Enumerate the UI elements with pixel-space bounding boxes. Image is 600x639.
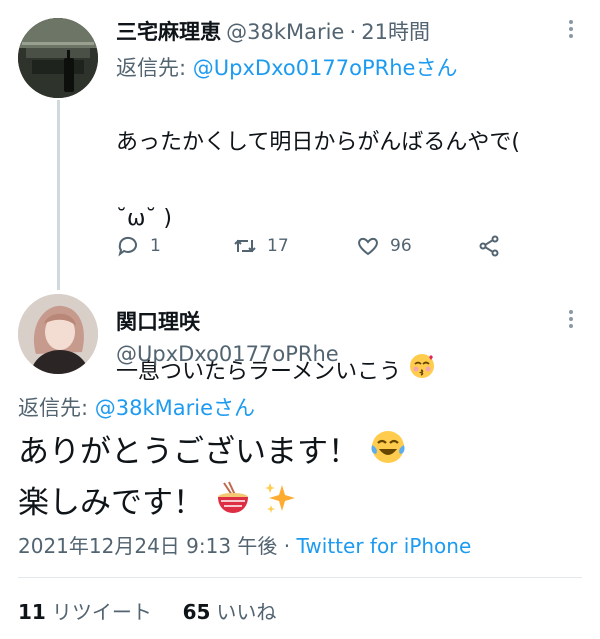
avatar-miyake[interactable] <box>18 18 98 98</box>
retweet-count: 17 <box>267 236 289 256</box>
tweet2-text: ありがとうございます！ 楽しみです！ <box>18 428 578 530</box>
tweet1-reply-context: 返信先: @UpxDxo0177oPRheさん <box>116 52 457 82</box>
more-icon[interactable] <box>559 310 583 328</box>
tweet1-separator: · <box>349 20 357 44</box>
likes-stat-label: いいね <box>216 600 277 624</box>
tweet1-header: 三宅麻理恵 @38kMarie · 21時間 <box>116 16 430 46</box>
tweet1-author-handle[interactable]: @38kMarie <box>226 20 344 44</box>
avatar-sekiguchi[interactable] <box>18 294 98 374</box>
tweet2-author-name[interactable]: 関口理咲 <box>116 306 200 336</box>
retweets-stat-count: 11 <box>18 600 46 624</box>
tweet2-reply-mention[interactable]: @38kMarieさん <box>95 396 255 420</box>
retweets-stat-label: リツイート <box>51 600 152 624</box>
tweet1-text-line2: ˘ω˘ ) <box>116 206 172 231</box>
tweet1-reply-mention[interactable]: @UpxDxo0177oPRheさん <box>193 56 458 80</box>
reply-button[interactable]: 1 <box>116 234 161 258</box>
thread-connector <box>57 100 60 290</box>
tweet1-text-line1: あったかくして明日からがんばるんやで( <box>116 130 520 155</box>
tweet2-reply-prefix: 返信先: <box>18 396 89 420</box>
retweets-stat[interactable]: 11 リツイート <box>18 600 158 624</box>
ramen-bowl-emoji-icon <box>214 479 252 530</box>
tweet2-text-line2: 楽しみです！ <box>18 485 204 521</box>
share-icon <box>479 235 499 257</box>
kissing-face-emoji-icon <box>408 352 436 393</box>
sparkles-emoji-icon <box>262 479 300 530</box>
divider <box>18 577 582 578</box>
more-icon[interactable] <box>559 20 583 38</box>
tweet2-stats: 11 リツイート 65 いいね <box>18 596 276 625</box>
like-button[interactable]: 96 <box>356 234 412 258</box>
likes-stat[interactable]: 65 いいね <box>183 600 277 624</box>
retweet-button[interactable]: 17 <box>233 234 289 258</box>
tweet2-reply-context: 返信先: @38kMarieさん <box>18 392 255 422</box>
tweet1-text: あったかくして明日からがんばるんやで( ˘ω˘ ) 一息ついたらラーメンいこう <box>116 86 586 431</box>
tweet2-meta-separator: · <box>283 534 291 558</box>
like-count: 96 <box>390 236 412 256</box>
reply-count: 1 <box>150 236 161 256</box>
likes-stat-count: 65 <box>182 600 211 624</box>
retweet-icon <box>234 239 256 253</box>
tweet1-reply-prefix: 返信先: <box>116 56 187 80</box>
heart-icon <box>358 237 378 256</box>
reply-icon <box>118 236 137 257</box>
tweet2-author-handle[interactable]: @UpxDxo0177oPRhe <box>116 342 339 366</box>
tweet2-source[interactable]: Twitter for iPhone <box>297 534 472 558</box>
share-button[interactable] <box>477 234 501 258</box>
tweet2-meta: 2021年12月24日 9:13 午後 · Twitter for iPhone <box>18 530 471 559</box>
tweet2-timestamp[interactable]: 2021年12月24日 9:13 午後 <box>18 534 277 558</box>
tears-of-joy-emoji-icon <box>369 428 407 479</box>
tweet1-author-name[interactable]: 三宅麻理恵 <box>116 20 221 44</box>
tweet2-text-line1: ありがとうございます！ <box>18 434 359 470</box>
tweet1-time[interactable]: 21時間 <box>361 20 430 44</box>
